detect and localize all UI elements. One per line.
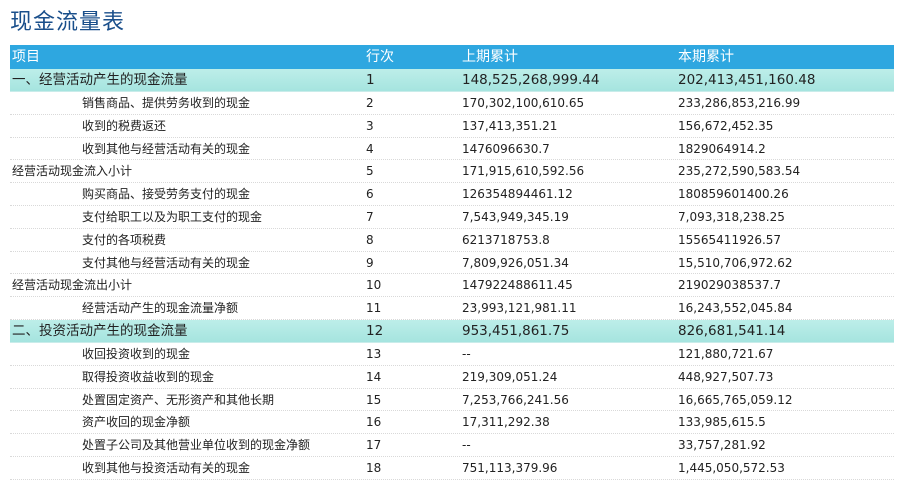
row-line-number: 18	[366, 460, 382, 475]
row-item-name: 处置固定资产、无形资产和其他长期	[82, 392, 275, 407]
row-prior-value: 23,993,121,981.11	[462, 301, 577, 316]
table-row: 收到其他与投资活动有关的现金 18 751,113,379.96 1,445,050,…	[10, 457, 894, 480]
table-row: 支付其他与经营活动有关的现金 9 7,809,926,051.34 15,510,70…	[10, 252, 894, 275]
table-row: 收到其他与经营活动有关的现金 4 1476096630.7 1829064914.2	[10, 138, 894, 161]
table-row: 经营活动产生的现金流量净额 11 23,993,121,981.11 16,243,5…	[10, 297, 894, 320]
row-prior-value: 17,311,292.38	[462, 415, 550, 430]
row-item-name: 收到的税费返还	[82, 118, 167, 133]
row-prior-value: 751,113,379.96	[462, 460, 558, 475]
row-item-name: 购买商品、接受劳务支付的现金	[82, 187, 251, 202]
row-line-number: 15	[366, 392, 382, 407]
row-prior-value: 219,309,051.24	[462, 369, 558, 384]
header-prior-period: 上期累计	[462, 49, 518, 65]
row-prior-value: 7,253,766,241.56	[462, 392, 569, 407]
header-line-number: 行次	[366, 49, 394, 65]
section-row: 二、投资活动产生的现金流量 12 953,451,861.75 826,681,541…	[10, 319, 894, 343]
row-item-name: 销售商品、提供劳务收到的现金	[82, 96, 251, 110]
row-item-name: 支付其他与经营活动有关的现金	[82, 255, 251, 270]
table-row: 收回投资收到的现金 13 -- 121,880,721.67	[10, 343, 894, 366]
row-prior-value: 137,413,351.21	[462, 118, 558, 133]
row-line-number: 8	[366, 232, 374, 247]
row-line-number: 11	[366, 301, 382, 316]
table-row: 购买商品、接受劳务支付的现金 6 126354894461.12 1808596014…	[10, 183, 894, 206]
row-current-value: 16,243,552,045.84	[678, 301, 793, 316]
row-current-value: 15565411926.57	[678, 232, 782, 247]
row-line-number: 17	[366, 438, 382, 453]
row-current-value: 156,672,452.35	[678, 118, 774, 133]
row-item-name: 支付给职工以及为职工支付的现金	[82, 209, 263, 224]
row-current-value: 219029038537.7	[678, 278, 782, 293]
cash-flow-table: 项目 行次 上期累计 本期累计 一、经营活动产生的现金流量 1 148,525,26…	[10, 45, 894, 480]
row-item-name: 经营活动现金流入小计	[12, 164, 133, 179]
row-line-number: 12	[366, 322, 384, 339]
table-row: 处置固定资产、无形资产和其他长期 15 7,253,766,241.56 16,665…	[10, 389, 894, 412]
cash-flow-page: 现金流量表 项目 行次 上期累计 本期累计 一、经营活动产生的现金流量 1 148,…	[0, 0, 908, 496]
header-current-period: 本期累计	[678, 49, 734, 65]
row-item-name: 二、投资活动产生的现金流量	[12, 322, 188, 339]
row-line-number: 16	[366, 415, 382, 430]
row-current-value: 202,413,451,160.48	[678, 72, 816, 88]
row-current-value: 121,880,721.67	[678, 346, 774, 361]
row-prior-value: 170,302,100,610.65	[462, 96, 585, 110]
row-current-value: 16,665,765,059.12	[678, 392, 793, 407]
row-current-value: 826,681,541.14	[678, 322, 786, 339]
table-row: 经营活动现金流出小计 10 147922488611.45 219029038537.…	[10, 274, 894, 298]
table-row: 处置子公司及其他营业单位收到的现金净额 17 -- 33,757,281.92	[10, 434, 894, 457]
row-line-number: 7	[366, 209, 374, 224]
row-current-value: 133,985,615.5	[678, 415, 766, 430]
table-row: 收到的税费返还 3 137,413,351.21 156,672,452.35	[10, 115, 894, 138]
row-prior-value: 953,451,861.75	[462, 322, 570, 339]
row-line-number: 13	[366, 346, 382, 361]
row-line-number: 5	[366, 164, 374, 179]
row-line-number: 9	[366, 255, 374, 270]
table-row: 经营活动现金流入小计 5 171,915,610,592.56 235,272,590…	[10, 160, 894, 184]
row-current-value: 233,286,853,216.99	[678, 96, 801, 110]
row-item-name: 资产收回的现金净额	[82, 415, 191, 430]
row-current-value: 15,510,706,972.62	[678, 255, 793, 270]
header-item: 项目	[12, 49, 40, 65]
row-current-value: 448,927,507.73	[678, 369, 774, 384]
row-line-number: 2	[366, 96, 374, 110]
row-item-name: 取得投资收益收到的现金	[82, 369, 215, 384]
row-prior-value: --	[462, 346, 471, 361]
row-current-value: 7,093,318,238.25	[678, 209, 785, 224]
table-row: 销售商品、提供劳务收到的现金 2 170,302,100,610.65 233,286…	[10, 92, 894, 115]
table-header: 项目 行次 上期累计 本期累计	[10, 45, 894, 69]
row-line-number: 10	[366, 278, 382, 293]
row-current-value: 1829064914.2	[678, 141, 766, 156]
row-prior-value: --	[462, 438, 471, 453]
table-row: 支付给职工以及为职工支付的现金 7 7,543,949,345.19 7,093,31…	[10, 206, 894, 229]
row-item-name: 收回投资收到的现金	[82, 346, 191, 361]
row-prior-value: 7,543,949,345.19	[462, 209, 569, 224]
row-item-name: 收到其他与投资活动有关的现金	[82, 460, 251, 475]
row-prior-value: 147922488611.45	[462, 278, 573, 293]
row-line-number: 14	[366, 369, 382, 384]
row-current-value: 1,445,050,572.53	[678, 460, 785, 475]
row-item-name: 经营活动现金流出小计	[12, 278, 133, 293]
table-row: 支付的各项税费 8 6213718753.8 15565411926.57	[10, 229, 894, 252]
row-current-value: 235,272,590,583.54	[678, 164, 801, 179]
row-item-name: 处置子公司及其他营业单位收到的现金净额	[82, 438, 311, 453]
row-current-value: 180859601400.26	[678, 187, 789, 202]
table-row: 资产收回的现金净额 16 17,311,292.38 133,985,615.5	[10, 411, 894, 435]
row-item-name: 经营活动产生的现金流量净额	[82, 301, 239, 316]
section-row: 一、经营活动产生的现金流量 1 148,525,268,999.44 202,413,…	[10, 69, 894, 92]
row-current-value: 33,757,281.92	[678, 438, 766, 453]
row-item-name: 收到其他与经营活动有关的现金	[82, 141, 251, 156]
row-line-number: 4	[366, 141, 374, 156]
row-item-name: 支付的各项税费	[82, 232, 167, 247]
row-item-name: 一、经营活动产生的现金流量	[12, 72, 188, 88]
table-body: 一、经营活动产生的现金流量 1 148,525,268,999.44 202,413,…	[10, 69, 894, 480]
row-line-number: 6	[366, 187, 374, 202]
row-prior-value: 126354894461.12	[462, 187, 573, 202]
page-title: 现金流量表	[10, 10, 126, 35]
row-prior-value: 6213718753.8	[462, 232, 550, 247]
row-line-number: 1	[366, 72, 375, 88]
row-prior-value: 7,809,926,051.34	[462, 255, 569, 270]
row-prior-value: 1476096630.7	[462, 141, 550, 156]
row-prior-value: 148,525,268,999.44	[462, 72, 600, 88]
row-prior-value: 171,915,610,592.56	[462, 164, 585, 179]
row-line-number: 3	[366, 118, 374, 133]
table-row: 取得投资收益收到的现金 14 219,309,051.24 448,927,507.7…	[10, 366, 894, 389]
